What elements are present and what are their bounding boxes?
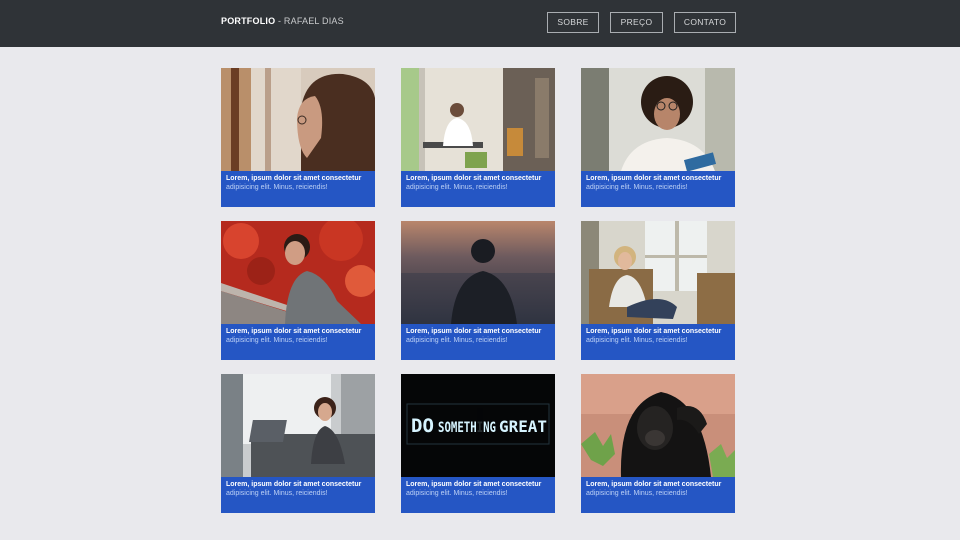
card-title: Lorem, ipsum dolor sit amet consectetur bbox=[586, 481, 722, 488]
card-title: Lorem, ipsum dolor sit amet consectetur bbox=[586, 175, 722, 182]
card-photo-neon-sign: DO SOMETHING GREAT bbox=[401, 374, 555, 477]
brand-author: - RAFAEL DIAS bbox=[275, 16, 344, 26]
card-photo-woman-reading bbox=[581, 68, 735, 171]
card-title: Lorem, ipsum dolor sit amet consectetur bbox=[406, 175, 542, 182]
portfolio-card[interactable]: Lorem, ipsum dolor sit amet consectetur … bbox=[401, 221, 555, 360]
portfolio-card[interactable]: Lorem, ipsum dolor sit amet consectetur … bbox=[221, 374, 375, 513]
portfolio-card[interactable]: Lorem, ipsum dolor sit amet consectetur … bbox=[581, 374, 735, 513]
card-photo-man-studying bbox=[401, 68, 555, 171]
card-title: Lorem, ipsum dolor sit amet consectetur bbox=[406, 481, 542, 488]
brand-name: PORTFOLIO bbox=[221, 16, 276, 26]
card-title: Lorem, ipsum dolor sit amet consectetur bbox=[586, 328, 722, 335]
card-title: Lorem, ipsum dolor sit amet consectetur bbox=[226, 175, 362, 182]
card-subtitle: adipisicing elit. Minus, reiciendis! bbox=[226, 490, 328, 497]
card-title: Lorem, ipsum dolor sit amet consectetur bbox=[406, 328, 542, 335]
nav-button-sobre[interactable]: SOBRE bbox=[547, 12, 599, 33]
card-subtitle: adipisicing elit. Minus, reiciendis! bbox=[586, 337, 688, 344]
card-photo-woman-armchair bbox=[581, 221, 735, 324]
portfolio-card[interactable]: Lorem, ipsum dolor sit amet consectetur … bbox=[221, 68, 375, 207]
portfolio-card[interactable]: Lorem, ipsum dolor sit amet consectetur … bbox=[581, 221, 735, 360]
portfolio-card[interactable]: DO SOMETHING GREAT Lorem, ipsum dolor si… bbox=[401, 374, 555, 513]
card-title: Lorem, ipsum dolor sit amet consectetur bbox=[226, 481, 362, 488]
card-subtitle: adipisicing elit. Minus, reiciendis! bbox=[586, 184, 688, 191]
card-subtitle: adipisicing elit. Minus, reiciendis! bbox=[406, 337, 508, 344]
card-subtitle: adipisicing elit. Minus, reiciendis! bbox=[586, 490, 688, 497]
card-photo-city-silhouette bbox=[401, 221, 555, 324]
portfolio-card[interactable]: Lorem, ipsum dolor sit amet consectetur … bbox=[581, 68, 735, 207]
card-subtitle: adipisicing elit. Minus, reiciendis! bbox=[226, 184, 328, 191]
portfolio-card[interactable]: Lorem, ipsum dolor sit amet consectetur … bbox=[401, 68, 555, 207]
nav-button-contato[interactable]: CONTATO bbox=[674, 12, 736, 33]
neon-word-something: SOMETHING bbox=[438, 420, 496, 436]
portfolio-card[interactable]: Lorem, ipsum dolor sit amet consectetur … bbox=[221, 221, 375, 360]
brand-logo[interactable]: PORTFOLIO - RAFAEL DIAS bbox=[221, 16, 344, 26]
card-title: Lorem, ipsum dolor sit amet consectetur bbox=[226, 328, 362, 335]
card-photo-gorilla bbox=[581, 374, 735, 477]
card-subtitle: adipisicing elit. Minus, reiciendis! bbox=[226, 337, 328, 344]
card-subtitle: adipisicing elit. Minus, reiciendis! bbox=[406, 490, 508, 497]
card-photo-woman-laptop bbox=[221, 374, 375, 477]
top-navbar: PORTFOLIO - RAFAEL DIAS SOBRE PREÇO CONT… bbox=[0, 0, 960, 47]
card-subtitle: adipisicing elit. Minus, reiciendis! bbox=[406, 184, 508, 191]
card-photo-woman-window bbox=[221, 68, 375, 171]
nav-button-preco[interactable]: PREÇO bbox=[610, 12, 663, 33]
card-photo-woman-red-leaves bbox=[221, 221, 375, 324]
neon-word-great: GREAT bbox=[499, 417, 547, 436]
neon-word-do: DO bbox=[411, 415, 434, 437]
